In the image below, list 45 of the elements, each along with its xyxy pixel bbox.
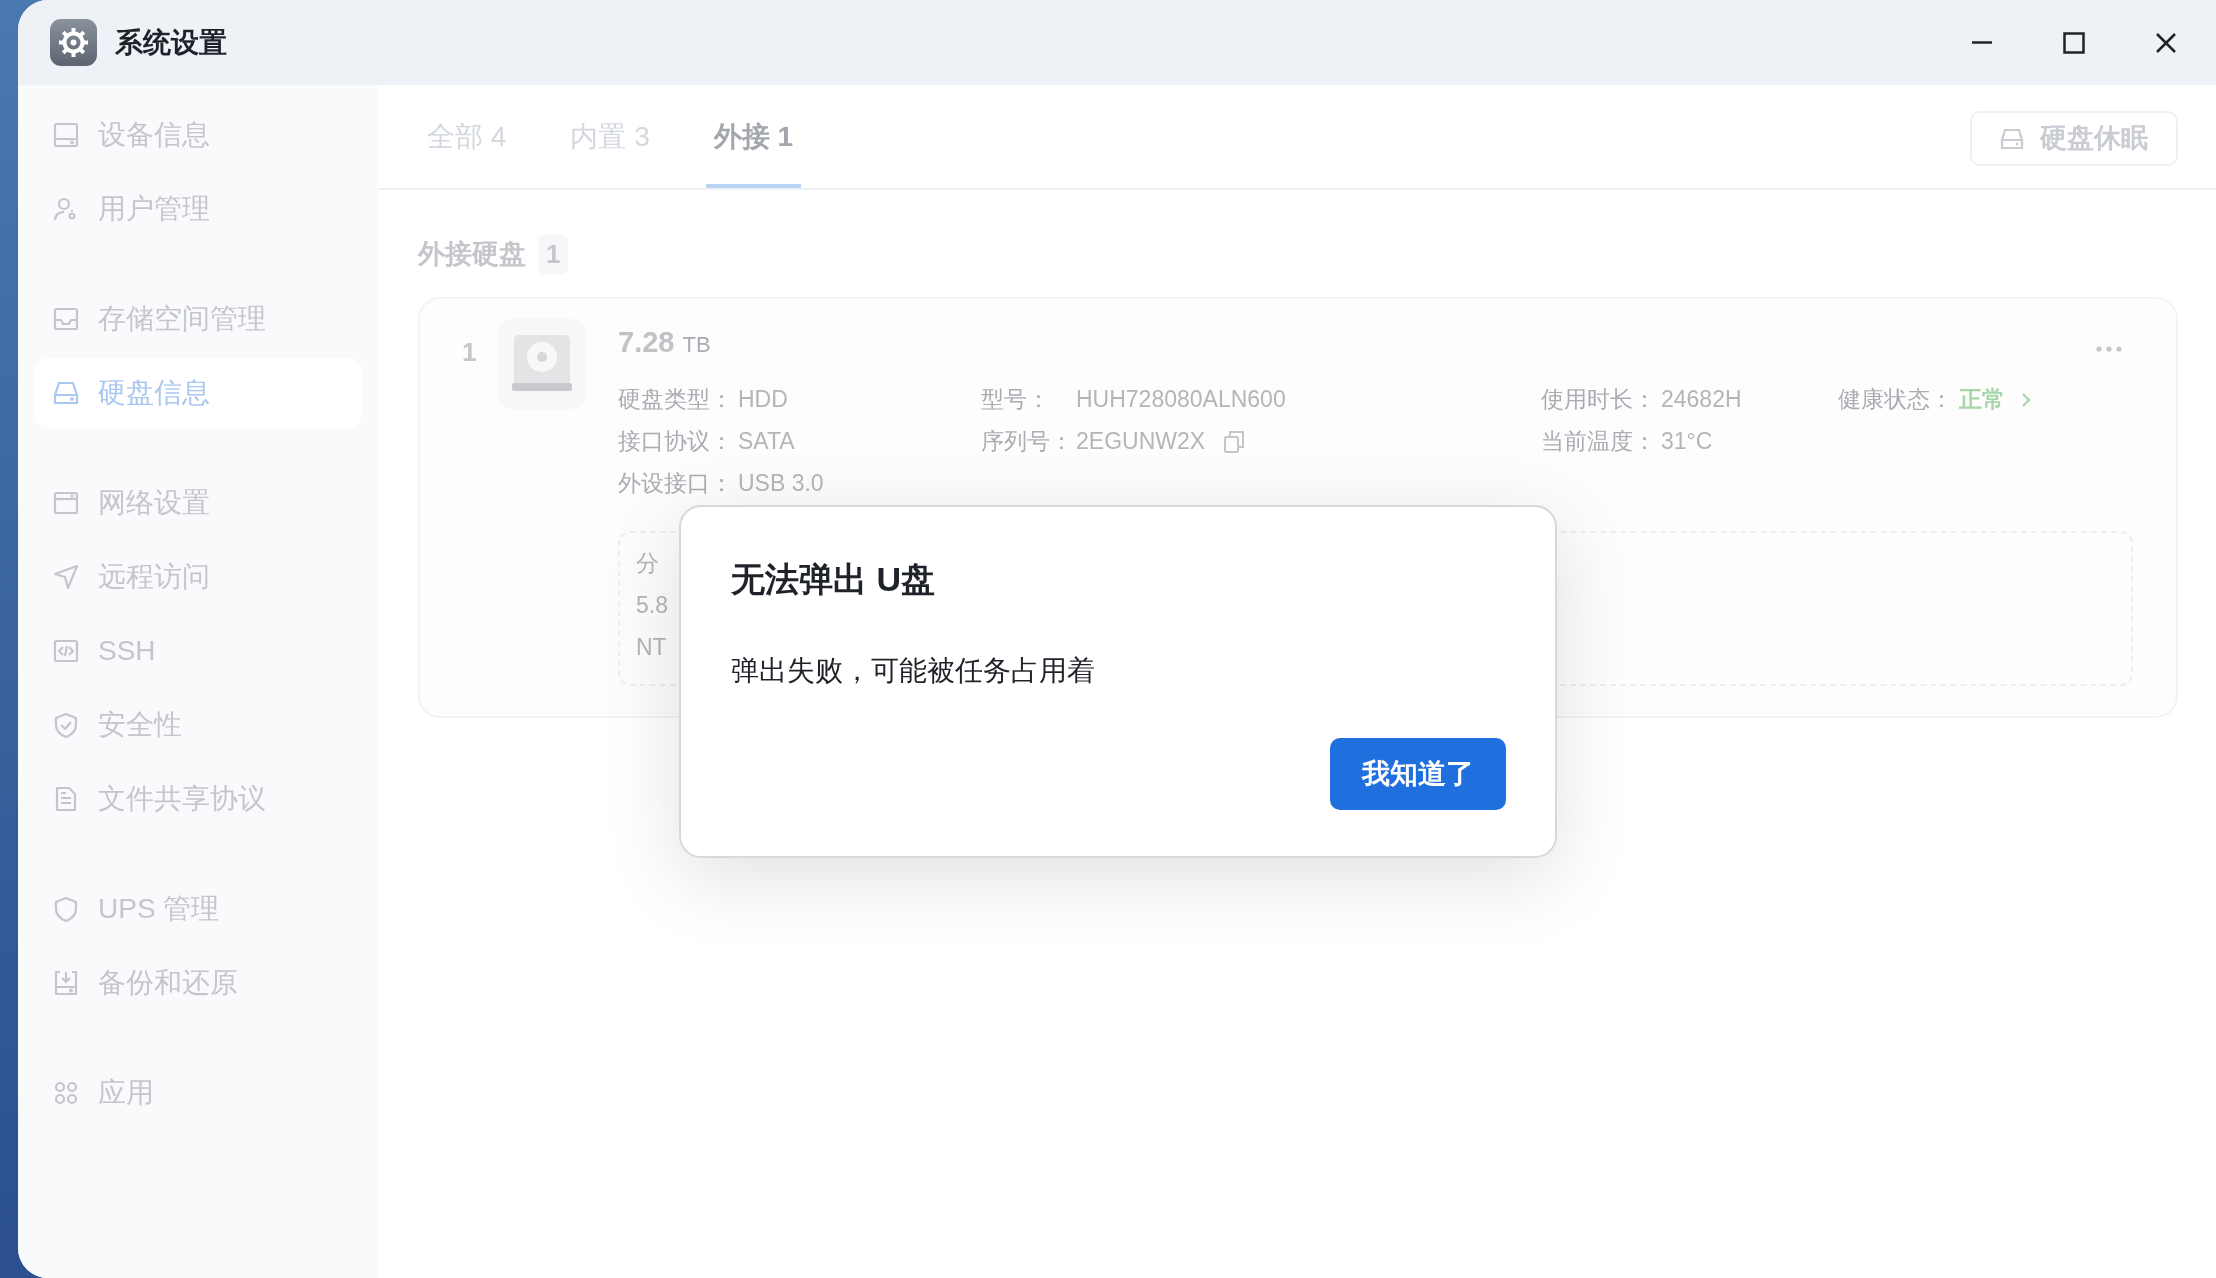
minimize-icon — [1971, 41, 1993, 44]
field-value: USB 3.0 — [738, 469, 824, 499]
download-icon — [52, 969, 80, 997]
partition-text: 5.8 — [636, 590, 668, 620]
inbox-icon — [52, 305, 80, 333]
dialog-message: 弹出失败，可能被任务占用着 — [731, 654, 1096, 688]
close-icon — [2155, 31, 2177, 54]
drive-icon — [2000, 127, 2024, 150]
disk-capacity: 7.28 — [618, 324, 675, 360]
window-icon — [52, 489, 80, 517]
grid-icon — [52, 1079, 80, 1107]
field-label: 序列号： — [981, 427, 1074, 457]
field-label: 健康状态： — [1838, 385, 1954, 415]
field-label: 型号： — [981, 385, 1051, 415]
tab[interactable]: 外接 1 — [705, 85, 802, 188]
acknowledge-button[interactable]: 我知道了 — [1330, 738, 1506, 810]
field-label: 当前温度： — [1541, 427, 1657, 457]
partition-text: 分 — [636, 548, 659, 578]
field-value: 24682H — [1661, 385, 1742, 415]
field-value: HUH728080ALN600 — [1076, 385, 1286, 415]
dialog-title: 无法弹出 U盘 — [731, 559, 936, 600]
gear-icon — [50, 19, 97, 66]
section-title: 外接硬盘 — [418, 238, 526, 271]
field-value: 31°C — [1661, 427, 1713, 457]
field-label: 硬盘类型： — [618, 385, 734, 415]
field-value: 正常 — [1959, 385, 2005, 415]
sidebar-item[interactable]: 硬盘信息 — [34, 358, 362, 428]
drive-icon — [52, 121, 80, 149]
capacity-unit: TB — [682, 330, 711, 359]
maximize-icon — [2063, 31, 2085, 54]
field-value: 2EGUNW2X — [1076, 427, 1206, 457]
field-value: HDD — [738, 385, 788, 415]
code-icon — [52, 637, 80, 665]
field-label: 外设接口： — [618, 469, 734, 499]
field-value: SATA — [738, 427, 795, 457]
field-label: 接口协议： — [618, 427, 734, 457]
shield-check-icon — [52, 711, 80, 739]
drive-icon — [52, 379, 80, 407]
disk-index: 1 — [462, 335, 478, 369]
field-label: 使用时长： — [1541, 385, 1657, 415]
partition-text: NT — [636, 632, 667, 662]
hard-drive-icon — [498, 318, 586, 409]
window-title: 系统设置 — [115, 25, 227, 60]
send-icon — [52, 563, 80, 591]
shield-icon — [52, 895, 80, 923]
